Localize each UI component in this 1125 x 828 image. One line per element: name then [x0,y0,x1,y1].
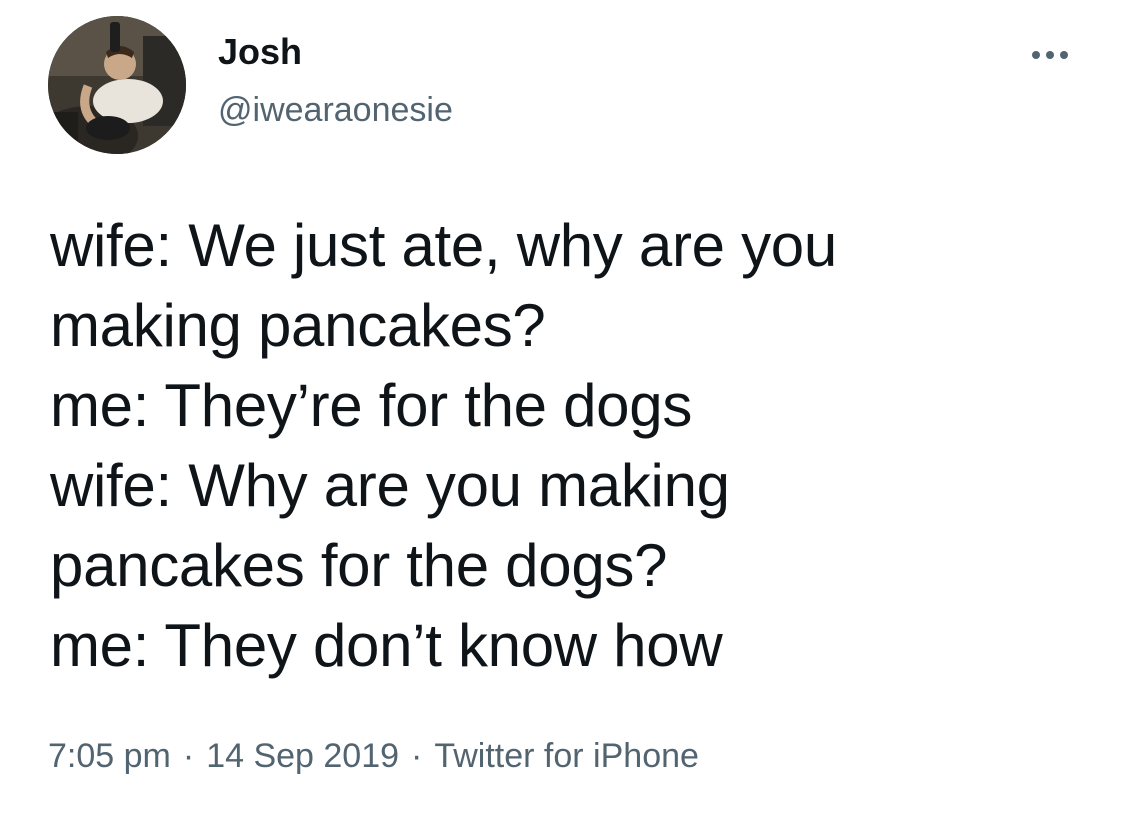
tweet-metadata: 7:05 pm · 14 Sep 2019 · Twitter for iPhone [48,732,699,780]
more-options-button[interactable] [1020,40,1080,70]
tweet-text-line: me: They don’t know how [50,612,723,679]
tweet-text-line: pancakes for the dogs? [50,532,668,599]
tweet-text-line: making pancakes? [50,292,546,359]
tweet-text-line: me: They’re for the dogs [50,372,693,439]
tweet-time[interactable]: 7:05 pm [48,737,171,775]
tweet-text: wife: We just ate, why are you making pa… [50,206,1090,686]
more-options-icon [1032,51,1040,59]
meta-separator: · [411,737,423,775]
more-options-icon-dot [1046,51,1054,59]
avatar[interactable] [48,16,186,154]
user-avatar-photo [48,16,186,154]
user-handle[interactable]: @iwearaonesie [218,88,453,132]
tweet-card: Josh @iwearaonesie wife: We just ate, wh… [0,0,1125,828]
tweet-date[interactable]: 14 Sep 2019 [206,737,399,775]
meta-separator: · [182,737,195,775]
tweet-text-line: wife: We just ate, why are you [50,212,837,279]
tweet-source-link[interactable]: Twitter for iPhone [434,737,699,775]
tweet-text-line: wife: Why are you making [50,452,730,519]
more-options-icon-dot [1060,51,1068,59]
display-name[interactable]: Josh [218,30,302,74]
